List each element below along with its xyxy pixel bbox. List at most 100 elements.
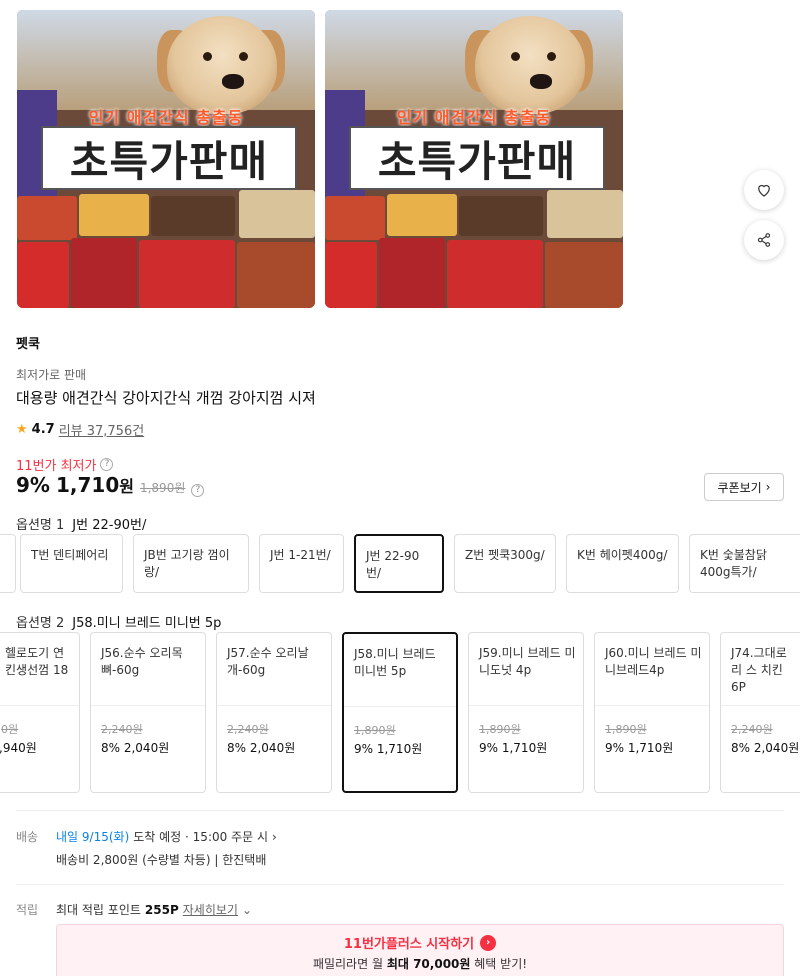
card-divider bbox=[0, 705, 79, 706]
card-original-price: 1,890원 bbox=[354, 724, 396, 737]
chevron-right-icon: › bbox=[272, 829, 277, 844]
sale-price: 1,710 bbox=[55, 473, 120, 497]
snack-pack bbox=[547, 190, 623, 238]
option1-name: 옵션명 1 bbox=[16, 518, 65, 533]
option2-card-selected[interactable]: J58.미니 브레드 미니번 5p 1,890원 9% 1,710원 bbox=[342, 632, 458, 793]
product-image-2[interactable]: 인기 애견간식 총출동 초특가판매 bbox=[325, 10, 623, 308]
card-original-price: 0원 bbox=[1, 723, 19, 736]
card-divider bbox=[469, 705, 583, 706]
discount-rate: 9% bbox=[16, 473, 50, 497]
rating: ★ 4.7 리뷰 37,756건 bbox=[16, 420, 144, 439]
promo-title: 11번가플러스 시작하기 bbox=[343, 937, 475, 952]
lowest-sale-note: 최저가로 판매 bbox=[16, 368, 87, 382]
dog-eye bbox=[547, 52, 556, 61]
arrival-text: 도착 예정 · 15:00 주문 시 bbox=[133, 830, 268, 844]
snack-pack bbox=[17, 196, 77, 240]
dog-eye bbox=[239, 52, 248, 61]
dog-face bbox=[167, 16, 277, 114]
card-divider bbox=[721, 705, 800, 706]
dog-nose bbox=[530, 74, 552, 89]
points-text: 최대 적립 포인트 bbox=[56, 903, 141, 917]
card-name: J60.미니 브레드 미니브레드4p bbox=[605, 646, 702, 677]
review-count-link[interactable]: 리뷰 37,756건 bbox=[59, 420, 145, 439]
card-sale-price: ,940원 bbox=[0, 741, 37, 755]
promo-description: 패밀리라면 월 최대 70,000원 혜택 받기! bbox=[312, 957, 528, 971]
like-button[interactable] bbox=[744, 170, 784, 210]
option2-label: 옵션명 2 J58.미니 브레드 미니번 5p bbox=[16, 612, 221, 631]
card-original-price: 1,890원 bbox=[605, 723, 647, 736]
snack-pack bbox=[379, 238, 445, 308]
snack-pack bbox=[71, 238, 137, 308]
option1-chip[interactable] bbox=[0, 534, 16, 593]
snack-pack bbox=[325, 242, 377, 308]
price-row: 9% 1,710원 1,890원 ? bbox=[16, 473, 205, 497]
help-icon[interactable]: ? bbox=[191, 484, 205, 497]
card-name: J56.순수 오리목뼈-60g bbox=[101, 646, 183, 677]
coupon-label: 쿠폰보기 bbox=[717, 480, 762, 495]
option2-card[interactable]: J57.순수 오리날개-60g 2,240원 8% 2,040원 bbox=[216, 632, 332, 793]
dog-eye bbox=[511, 52, 520, 61]
card-original-price: 2,240원 bbox=[101, 723, 143, 736]
dog-nose bbox=[222, 74, 244, 89]
option1-chip[interactable]: JB번 고기랑 껌이랑/ bbox=[133, 534, 249, 593]
snack-pack bbox=[237, 242, 315, 308]
points-details-link[interactable]: 자세히보기 bbox=[183, 901, 238, 918]
star-icon: ★ bbox=[16, 422, 28, 437]
option2-card[interactable]: J60.미니 브레드 미니브레드4p 1,890원 9% 1,710원 bbox=[594, 632, 710, 793]
image-subtitle: 인기 애견간식 총출동 bbox=[88, 108, 244, 127]
option2-name: 옵션명 2 bbox=[16, 616, 65, 631]
card-original-price: 1,890원 bbox=[479, 723, 521, 736]
card-original-price: 2,240원 bbox=[227, 723, 269, 736]
card-sale-price: 8% 2,040원 bbox=[101, 741, 170, 755]
lowest-price-text: 11번가 최저가 bbox=[16, 459, 97, 474]
help-icon[interactable]: ? bbox=[100, 458, 114, 471]
card-name: J74.그대로리 스 치킨6P bbox=[731, 646, 787, 694]
rating-score: 4.7 bbox=[31, 422, 55, 437]
shipping-fee: 배송비 2,800원 (수량별 차등) | 한진택배 bbox=[56, 853, 267, 867]
snack-pack bbox=[387, 194, 457, 236]
option1-chip[interactable]: K번 숯불참닭400g특가/ bbox=[689, 534, 800, 593]
image-banner: 초특가판매 bbox=[349, 126, 605, 190]
option1-chip[interactable]: Z번 펫쿡300g/ bbox=[454, 534, 556, 593]
divider bbox=[16, 884, 784, 885]
coupon-button[interactable]: 쿠폰보기 › bbox=[704, 473, 784, 501]
lowest-price-label: 11번가 최저가 ? bbox=[16, 455, 114, 474]
snack-pack bbox=[459, 196, 543, 236]
snack-pack bbox=[239, 190, 315, 238]
card-sale-price: 9% 1,710원 bbox=[479, 741, 548, 755]
snack-pack bbox=[545, 242, 623, 308]
option1-chip-selected[interactable]: J번 22-90번/ bbox=[354, 534, 444, 593]
shipping-label: 배송 bbox=[16, 830, 39, 844]
card-name: 헬로도기 연 킨생선껌 18 bbox=[5, 646, 69, 677]
card-sale-price: 9% 1,710원 bbox=[605, 741, 674, 755]
product-title: 대용량 애견간식 강아지간식 개껌 강아지껌 시져 bbox=[16, 389, 316, 407]
option1-chip[interactable]: J번 1-21번/ bbox=[259, 534, 344, 593]
share-icon bbox=[757, 233, 771, 247]
option2-card[interactable]: J59.미니 브레드 미니도넛 4p 1,890원 9% 1,710원 bbox=[468, 632, 584, 793]
option2-card[interactable]: 헬로도기 연 킨생선껌 18 0원 ,940원 bbox=[0, 632, 80, 793]
card-divider bbox=[91, 705, 205, 706]
product-image-1[interactable]: 인기 애견간식 총출동 초특가판매 bbox=[17, 10, 315, 308]
snack-pack bbox=[151, 196, 235, 236]
option2-card[interactable]: J56.순수 오리목뼈-60g 2,240원 8% 2,040원 bbox=[90, 632, 206, 793]
card-sale-price: 8% 2,040원 bbox=[731, 741, 800, 755]
share-button[interactable] bbox=[744, 220, 784, 260]
original-price: 1,890원 bbox=[139, 481, 186, 495]
snack-pack bbox=[79, 194, 149, 236]
dog-face bbox=[475, 16, 585, 114]
divider bbox=[16, 810, 784, 811]
snack-pack bbox=[17, 242, 69, 308]
seller-name[interactable]: 펫쿡 bbox=[16, 333, 40, 352]
heart-icon bbox=[758, 184, 770, 197]
option1-chip[interactable]: T번 덴티페어리 bbox=[20, 534, 123, 593]
shipping-arrival[interactable]: 내일 9/15(화) 도착 예정 · 15:00 주문 시 › bbox=[56, 828, 277, 845]
snack-pack bbox=[139, 240, 235, 308]
option2-card[interactable]: J74.그대로리 스 치킨6P 2,240원 8% 2,040원 bbox=[720, 632, 800, 793]
option1-selected: J번 22-90번/ bbox=[72, 518, 147, 533]
card-divider bbox=[595, 705, 709, 706]
points-value: 255P bbox=[144, 902, 179, 917]
plus-promo-banner[interactable]: 11번가플러스 시작하기 › 패밀리라면 월 최대 70,000원 혜택 받기! bbox=[56, 924, 784, 976]
card-sale-price: 8% 2,040원 bbox=[227, 741, 296, 755]
image-subtitle: 인기 애견간식 총출동 bbox=[396, 108, 552, 127]
option1-chip[interactable]: K번 헤이펫400g/ bbox=[566, 534, 679, 593]
